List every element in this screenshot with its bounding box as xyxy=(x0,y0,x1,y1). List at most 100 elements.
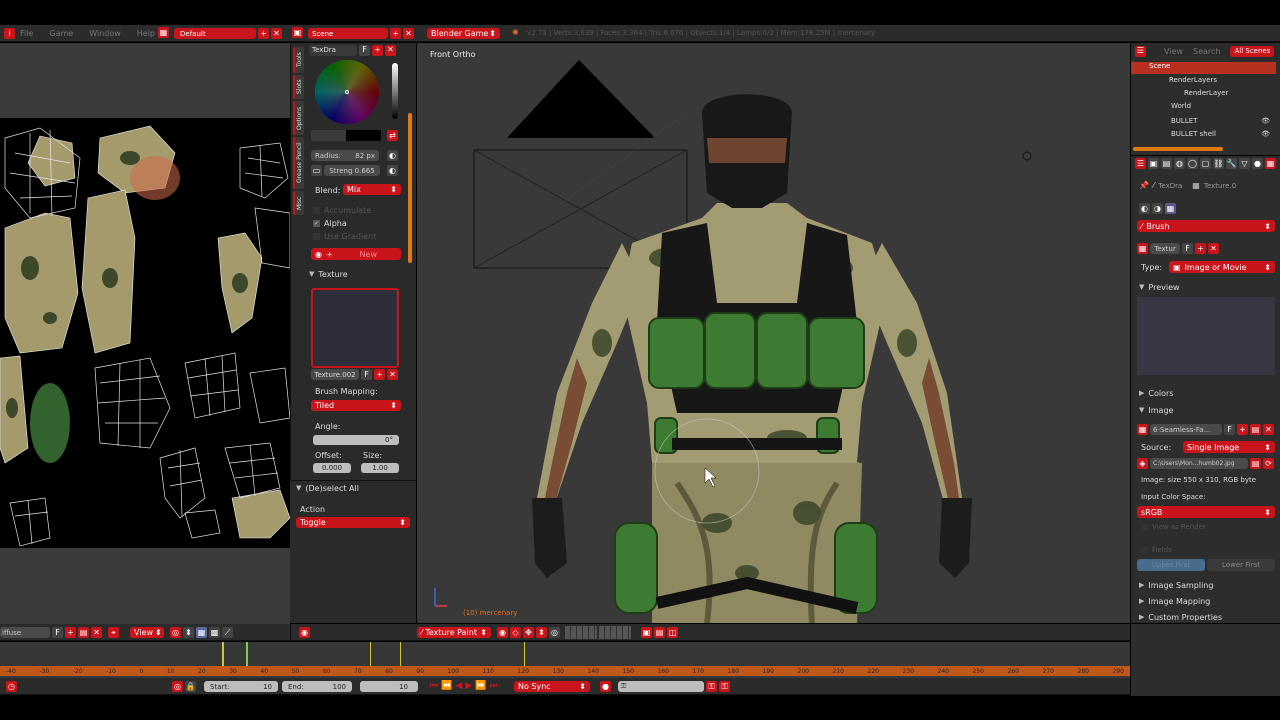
scene-tab-icon[interactable]: ◍ xyxy=(1174,158,1185,169)
pack-icon[interactable]: ◈ xyxy=(1137,458,1148,469)
scene-selector[interactable]: Scene xyxy=(308,28,388,39)
timeline-keyframe-area[interactable] xyxy=(0,642,1130,666)
reload-icon[interactable]: ⟳ xyxy=(1263,458,1274,469)
jump-start-icon[interactable]: ⏮ xyxy=(430,681,438,691)
close-scene-icon[interactable]: ✕ xyxy=(403,28,414,39)
action-dropdown[interactable]: Toggle ⬍ xyxy=(296,517,410,528)
record-icon[interactable]: ● xyxy=(600,681,611,692)
brush-fake-user-button[interactable]: F xyxy=(359,44,370,56)
tab-slots[interactable]: Slots xyxy=(293,75,304,99)
redo-panel-header[interactable]: ▼ (De)select All xyxy=(296,484,359,493)
menu-file[interactable]: File xyxy=(20,29,33,38)
play-icon[interactable]: ▶ xyxy=(465,681,472,691)
start-frame-field[interactable]: Start: 10 xyxy=(204,681,278,692)
texture-tab-icon[interactable]: ▦ xyxy=(1265,158,1276,169)
uv-close-image-icon[interactable]: ✕ xyxy=(91,627,102,638)
blend-dropdown[interactable]: Mix ⬍ xyxy=(343,184,401,195)
image-mapping-header[interactable]: ▶ Image Mapping xyxy=(1135,593,1210,609)
constraints-tab-icon[interactable]: ⛓ xyxy=(1213,158,1224,169)
scene-icon[interactable]: ▣ xyxy=(292,27,303,38)
texture-fake-user-button[interactable]: F xyxy=(1182,243,1193,254)
layout-selector[interactable]: Default xyxy=(174,28,256,39)
outliner-view-menu[interactable]: View xyxy=(1164,47,1183,56)
swap-colors-icon[interactable]: ⇄ xyxy=(387,130,398,141)
visibility-eye-icon[interactable]: 👁 xyxy=(1261,130,1270,138)
jump-end-icon[interactable]: ⏭ xyxy=(489,681,497,691)
3d-editor-type-icon[interactable]: ◉ xyxy=(299,627,310,638)
world-tab-icon[interactable]: ◯ xyxy=(1187,158,1198,169)
prev-keyframe-icon[interactable]: ⏪ xyxy=(441,681,452,691)
new-texture-button[interactable]: ◉ + New xyxy=(311,248,401,260)
image-browse-icon[interactable]: ▦ xyxy=(1137,424,1148,435)
outliner-item-renderlayers[interactable]: RenderLayers xyxy=(1139,76,1276,88)
brush-selector-props[interactable]: ⁄ Brush ⬍ xyxy=(1137,220,1275,232)
close-layout-icon[interactable]: ✕ xyxy=(271,28,282,39)
uv-image-canvas[interactable] xyxy=(0,118,291,548)
brush-selector[interactable]: TexDra xyxy=(309,44,357,56)
value-slider[interactable] xyxy=(392,63,398,119)
tab-tools[interactable]: Tools xyxy=(293,47,304,73)
outliner-scope-dropdown[interactable]: All Scenes xyxy=(1230,45,1275,57)
outliner-item-world[interactable]: World xyxy=(1139,102,1276,114)
add-texture-icon[interactable]: + xyxy=(374,369,385,380)
current-frame-field[interactable]: 10 xyxy=(360,681,418,692)
play-reverse-icon[interactable]: ◀ xyxy=(455,681,462,691)
outliner-search-menu[interactable]: Search xyxy=(1193,47,1220,56)
pressure-strength-icon[interactable]: ◐ xyxy=(387,165,398,176)
mode-dropdown[interactable]: ⁄ Texture Paint ⬍ xyxy=(417,627,491,638)
properties-editor-icon[interactable]: ☰ xyxy=(1135,158,1146,169)
menu-window[interactable]: Window xyxy=(89,29,121,38)
pivot-point-icon[interactable]: ◇ xyxy=(510,627,521,638)
uv-pin-icon[interactable]: ⌖ xyxy=(108,627,119,638)
uv-curves-icon[interactable]: ⟋ xyxy=(222,627,233,638)
pin-icon[interactable]: 📌 xyxy=(1139,181,1149,190)
angle-field[interactable]: 0° xyxy=(313,435,399,445)
uv-editor[interactable] xyxy=(0,43,291,625)
remove-texture-icon[interactable]: ✕ xyxy=(387,369,398,380)
brush-texture-icon[interactable]: ▦ xyxy=(1165,203,1176,214)
render-preview-icon[interactable]: ▤ xyxy=(654,627,665,638)
face-select-icon[interactable]: ◎ xyxy=(549,627,560,638)
uv-mode-icon[interactable]: ◎ xyxy=(170,627,181,638)
data-tab-icon[interactable]: ▽ xyxy=(1239,158,1250,169)
3d-viewport[interactable]: Front Ortho (10) mercenary xyxy=(417,43,1130,623)
timeline-editor-icon[interactable]: ◷ xyxy=(6,681,17,692)
layers-tab-icon[interactable]: ▤ xyxy=(1161,158,1172,169)
add-texture-icon[interactable]: + xyxy=(1195,243,1206,254)
custom-properties-header[interactable]: ▶ Custom Properties xyxy=(1135,609,1222,625)
outliner-item-renderlayer[interactable]: RenderLayer xyxy=(1139,89,1276,101)
open-image-icon[interactable]: ▤ xyxy=(1250,424,1261,435)
outliner-item-bullet[interactable]: BULLET 👁 xyxy=(1139,115,1276,127)
texture-type-dropdown[interactable]: ▣ Image or Movie ⬍ xyxy=(1169,261,1275,273)
accumulate-checkbox[interactable]: Accumulate xyxy=(313,206,371,215)
texture-browse-icon[interactable]: ▦ xyxy=(1137,243,1148,254)
timeline[interactable]: -40 -30 -20 -10 0 10 20 30 40 50 60 70 80 90 100 110 120… xyxy=(0,642,1130,678)
use-gradient-checkbox[interactable]: Use Gradient xyxy=(313,232,376,241)
tab-misc[interactable]: Misc xyxy=(293,191,304,215)
offset-x-field[interactable]: 0.000 xyxy=(313,463,351,473)
brush-mapping-dropdown[interactable]: Tiled ⬍ xyxy=(311,400,401,411)
layout-icon[interactable]: ▦ xyxy=(158,27,169,38)
uv-add-image-icon[interactable]: + xyxy=(65,627,76,638)
uv-alpha-icon[interactable]: ▩ xyxy=(209,627,220,638)
image-sampling-header[interactable]: ▶ Image Sampling xyxy=(1135,577,1213,593)
render-tab-icon[interactable]: ▣ xyxy=(1148,158,1159,169)
info-editor-icon[interactable]: i xyxy=(4,28,15,39)
colors-panel-header[interactable]: ▶ Colors xyxy=(1135,385,1173,401)
layers-group-2[interactable] xyxy=(599,626,631,639)
radius-field[interactable]: Radius: 82 px xyxy=(311,150,379,161)
uv-display-channels-icon[interactable]: ▦ xyxy=(196,627,207,638)
outliner-scrollbar[interactable] xyxy=(1133,147,1223,151)
preview-range-icon[interactable]: ◎ xyxy=(172,681,183,692)
uv-image-name-field[interactable]: iffuse xyxy=(0,627,50,638)
remove-brush-icon[interactable]: ✕ xyxy=(385,44,396,56)
add-image-icon[interactable]: + xyxy=(1237,424,1248,435)
uv-paint-mode-icon[interactable]: ⬍ xyxy=(183,627,194,638)
manipulator-icon[interactable]: ✥ xyxy=(523,627,534,638)
remove-texture-icon[interactable]: ✕ xyxy=(1208,243,1219,254)
viewport-shading-icon[interactable]: ◉ xyxy=(497,627,508,638)
add-brush-icon[interactable]: + xyxy=(372,44,383,56)
remove-image-icon[interactable]: ✕ xyxy=(1263,424,1274,435)
uv-view-menu[interactable]: View ⬍ xyxy=(130,627,164,638)
alpha-checkbox[interactable]: ✓ Alpha xyxy=(313,219,347,228)
